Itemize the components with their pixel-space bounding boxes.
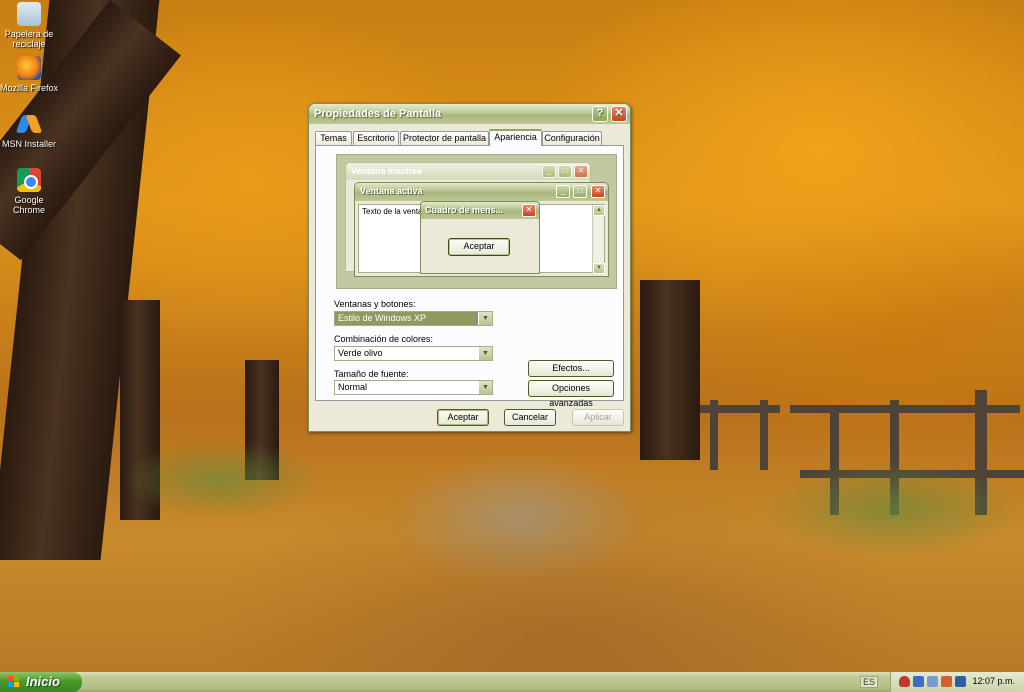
tree-trunk bbox=[640, 280, 700, 460]
cancel-button[interactable]: Cancelar bbox=[504, 409, 556, 426]
tab-apariencia[interactable]: Apariencia bbox=[489, 129, 542, 146]
message-box-ok-button: Aceptar bbox=[448, 238, 510, 256]
chevron-down-icon: ▼ bbox=[478, 312, 492, 325]
chevron-down-icon: ▼ bbox=[478, 381, 492, 394]
system-tray: 12:07 p.m. bbox=[890, 672, 1024, 692]
antivirus-icon[interactable] bbox=[941, 676, 952, 687]
firefox-icon bbox=[17, 56, 41, 80]
fence-post bbox=[710, 400, 718, 470]
close-icon: ✕ bbox=[522, 204, 536, 217]
apply-button[interactable]: Aplicar bbox=[572, 409, 624, 426]
close-icon: ✕ bbox=[574, 165, 588, 178]
windows-logo-icon bbox=[8, 676, 20, 688]
tab-escritorio[interactable]: Escritorio bbox=[353, 131, 399, 145]
tab-temas[interactable]: Temas bbox=[315, 131, 352, 145]
tab-configuracion[interactable]: Configuración bbox=[542, 131, 602, 145]
display-properties-dialog: Propiedades de Pantalla ? ✕ Temas Escrit… bbox=[308, 103, 631, 432]
maximize-icon: □ bbox=[573, 185, 587, 198]
windows-buttons-select[interactable]: Estilo de Windows XP ▼ bbox=[334, 311, 493, 326]
close-icon: ✕ bbox=[591, 185, 605, 198]
color-scheme-select[interactable]: Verde olivo ▼ bbox=[334, 346, 493, 361]
start-label: Inicio bbox=[26, 674, 60, 689]
desktop-icon-label: MSN Installer bbox=[1, 139, 56, 149]
close-button[interactable]: ✕ bbox=[611, 106, 627, 122]
help-icon: ? bbox=[596, 107, 604, 119]
chevron-down-icon: ▼ bbox=[478, 347, 492, 360]
advanced-options-button[interactable]: Opciones avanzadas bbox=[528, 380, 614, 408]
grass-patch bbox=[120, 440, 320, 520]
msn-icon[interactable] bbox=[927, 676, 938, 687]
active-window-title: Ventana activa bbox=[355, 183, 608, 201]
security-shield-icon[interactable] bbox=[899, 676, 910, 687]
color-scheme-label: Combinación de colores: bbox=[334, 334, 434, 344]
desktop-icon-label: Google Chrome bbox=[12, 195, 45, 215]
recycle-bin-icon bbox=[17, 2, 41, 26]
appearance-tab-panel: Ventana inactiva _ □ ✕ Ventana activa _ … bbox=[315, 145, 624, 408]
windows-buttons-label: Ventanas y botones: bbox=[334, 299, 416, 309]
font-size-label: Tamaño de fuente: bbox=[334, 369, 409, 379]
desktop-icon-recycle-bin[interactable]: Papelera de reciclaje bbox=[0, 2, 60, 49]
ok-button[interactable]: Aceptar bbox=[437, 409, 489, 426]
network-icon[interactable] bbox=[913, 676, 924, 687]
chrome-icon bbox=[17, 168, 41, 192]
msn-butterfly-icon bbox=[17, 112, 41, 136]
language-indicator[interactable]: ES bbox=[860, 676, 879, 688]
scroll-up-icon: ▲ bbox=[593, 205, 605, 216]
maximize-icon: □ bbox=[558, 165, 572, 178]
desktop-icon-msn-installer[interactable]: MSN Installer bbox=[0, 112, 60, 149]
volume-icon[interactable] bbox=[955, 676, 966, 687]
desktop-icon-label: Mozilla Firefox bbox=[0, 83, 58, 93]
dialog-title: Propiedades de Pantalla bbox=[314, 108, 442, 120]
appearance-preview: Ventana inactiva _ □ ✕ Ventana activa _ … bbox=[336, 154, 617, 289]
minimize-icon: _ bbox=[556, 185, 570, 198]
dialog-titlebar[interactable]: Propiedades de Pantalla ? ✕ bbox=[309, 104, 630, 124]
preview-active-window: Ventana activa _ □ ✕ Texto de la ventana… bbox=[354, 182, 609, 277]
windows-buttons-value: Estilo de Windows XP bbox=[338, 313, 427, 323]
taskbar: Inicio ES 12:07 p.m. bbox=[0, 672, 1024, 692]
close-icon: ✕ bbox=[614, 107, 624, 119]
desktop-icon-chrome[interactable]: Google Chrome bbox=[0, 168, 60, 215]
font-size-value: Normal bbox=[338, 382, 368, 392]
start-button[interactable]: Inicio bbox=[0, 672, 82, 692]
font-size-select[interactable]: Normal ▼ bbox=[334, 380, 493, 395]
grass-patch bbox=[760, 460, 1024, 560]
tab-protector-pantalla[interactable]: Protector de pantalla bbox=[400, 131, 489, 145]
desktop-icon-label: Papelera de reciclaje bbox=[4, 29, 54, 49]
desktop-icon-firefox[interactable]: Mozilla Firefox bbox=[0, 56, 60, 93]
scroll-down-icon: ▼ bbox=[593, 263, 605, 274]
preview-scrollbar: ▲ ▼ bbox=[592, 205, 605, 274]
effects-button[interactable]: Efectos... bbox=[528, 360, 614, 377]
color-scheme-value: Verde olivo bbox=[338, 348, 383, 358]
help-button[interactable]: ? bbox=[592, 106, 608, 122]
taskbar-clock[interactable]: 12:07 p.m. bbox=[972, 676, 1015, 686]
preview-message-box: Cuadro de mens... ✕ Aceptar bbox=[420, 201, 540, 274]
minimize-icon: _ bbox=[542, 165, 556, 178]
